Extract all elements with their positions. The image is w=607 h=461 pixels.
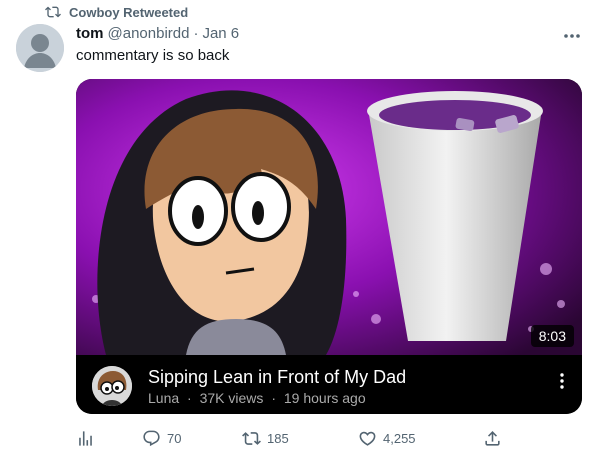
retweet-icon <box>45 6 61 18</box>
like-count: 4,255 <box>383 430 416 446</box>
ellipsis-icon <box>564 34 580 38</box>
retweet-count: 185 <box>267 430 289 446</box>
video-title[interactable]: Sipping Lean in Front of My Dad <box>148 367 406 388</box>
more-options-button[interactable] <box>560 26 584 46</box>
upload-age: 19 hours ago <box>283 390 366 406</box>
channel-name[interactable]: Luna <box>148 390 179 406</box>
heart-icon <box>359 431 376 446</box>
retweet-button[interactable]: 185 <box>242 424 289 452</box>
channel-avatar[interactable] <box>92 366 132 406</box>
tweet-action-bar: 70 185 4,255 <box>76 424 516 452</box>
tweet-date[interactable]: Jan 6 <box>202 25 239 42</box>
video-meta: Luna · 37K views · 19 hours ago <box>148 390 370 406</box>
video-thumbnail[interactable] <box>76 79 582 355</box>
header-separator: · <box>193 25 199 42</box>
video-info-bar[interactable]: Sipping Lean in Front of My Dad Luna · 3… <box>76 355 582 414</box>
retweet-indicator: Cowboy Retweeted <box>45 4 188 20</box>
reply-button[interactable]: 70 <box>142 424 181 452</box>
analytics-button[interactable] <box>76 424 95 452</box>
avatar[interactable] <box>16 24 64 72</box>
meta-separator: · <box>271 390 276 406</box>
view-count: 37K views <box>199 390 264 406</box>
share-button[interactable] <box>483 424 502 452</box>
meta-separator: · <box>187 390 192 406</box>
default-avatar-icon <box>16 24 64 72</box>
share-icon <box>485 430 500 446</box>
reply-icon <box>143 430 160 446</box>
video-menu-button[interactable] <box>556 369 568 393</box>
retweet-label[interactable]: Cowboy Retweeted <box>69 5 188 20</box>
video-duration: 8:03 <box>530 325 574 347</box>
retweet-icon <box>242 431 261 445</box>
like-button[interactable]: 4,255 <box>358 424 416 452</box>
channel-avatar-icon <box>92 366 132 406</box>
author-handle[interactable]: @anonbirdd <box>108 25 190 42</box>
vertical-ellipsis-icon <box>560 373 564 389</box>
author-name[interactable]: tom <box>76 25 104 42</box>
tweet-text: commentary is so back <box>76 47 230 64</box>
reply-count: 70 <box>167 430 182 446</box>
youtube-embed-card[interactable]: 8:03 Sipping Lean in Front of My Dad Lun… <box>76 79 582 414</box>
analytics-icon <box>79 430 92 446</box>
tweet-header: tom @anonbirdd · Jan 6 <box>76 25 239 42</box>
